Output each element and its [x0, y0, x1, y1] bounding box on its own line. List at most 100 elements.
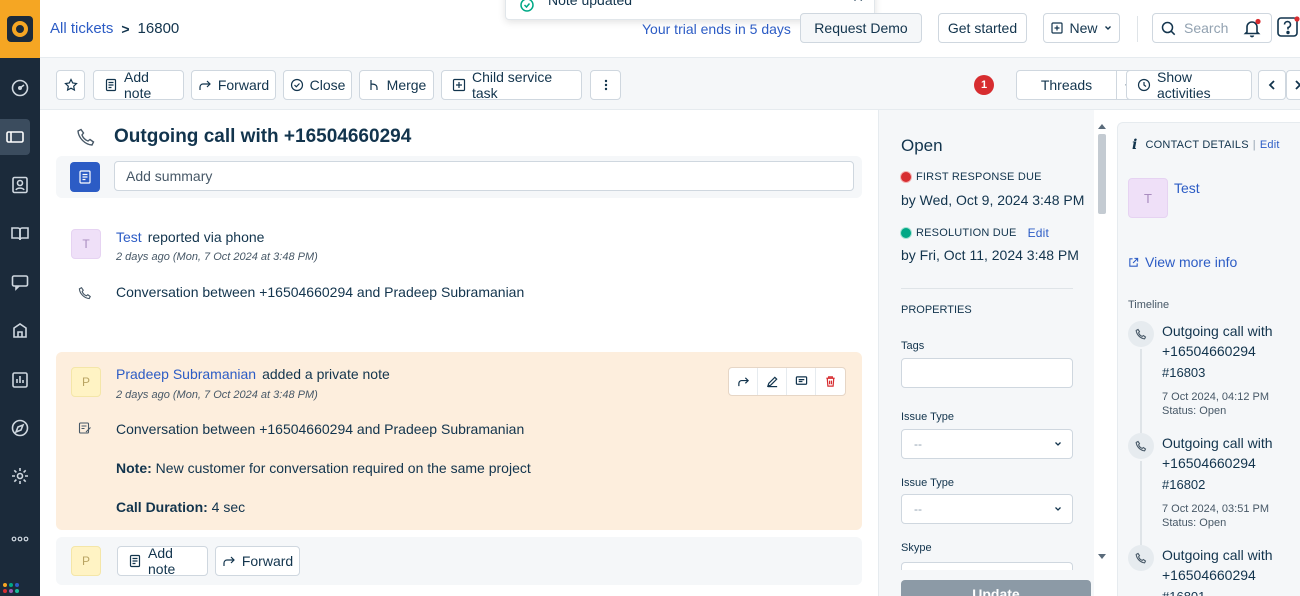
notification-bell-icon[interactable]: [1242, 18, 1262, 38]
child-task-label: Child service task: [472, 69, 553, 101]
delete-note-button[interactable]: [816, 368, 845, 395]
resolution-due-value: by Fri, Oct 11, 2024 3:48 PM: [901, 247, 1079, 263]
ticket-subject: Outgoing call with +16504660294: [114, 126, 412, 147]
app-switcher-icon[interactable]: [3, 583, 19, 593]
search-icon: [1161, 21, 1176, 36]
new-label: New: [1069, 20, 1098, 36]
skype-input[interactable]: [901, 562, 1073, 570]
timeline-connector: [1140, 349, 1142, 433]
requester-link[interactable]: Test: [116, 229, 142, 245]
more-actions-button[interactable]: [590, 70, 621, 100]
app-logo[interactable]: [0, 0, 40, 58]
comment-note-button[interactable]: [787, 368, 816, 395]
info-icon: i: [1132, 137, 1138, 153]
properties-scrollbar[interactable]: [1097, 124, 1107, 564]
tickets-icon[interactable]: [0, 119, 30, 155]
timeline-title: Outgoing call with +16504660294: [1162, 547, 1273, 583]
update-button[interactable]: Update: [901, 580, 1091, 596]
contacts-icon[interactable]: [0, 167, 40, 203]
issue-type-value: --: [914, 502, 922, 516]
close-ticket-button[interactable]: Close: [283, 70, 352, 100]
scroll-down-icon[interactable]: [1098, 554, 1106, 559]
child-service-task-button[interactable]: Child service task: [441, 69, 582, 101]
merge-button[interactable]: Merge: [359, 70, 434, 100]
trial-notice-link[interactable]: Your trial ends in 5 days: [642, 21, 791, 37]
knowledge-base-icon[interactable]: [0, 216, 40, 252]
phone-icon: [76, 127, 96, 147]
chat-icon[interactable]: [0, 264, 40, 300]
plus-box-icon: [452, 78, 466, 92]
more-apps-icon[interactable]: [0, 521, 40, 557]
agent-link[interactable]: Pradeep Subramanian: [116, 366, 256, 382]
note-actions: [728, 367, 846, 396]
reply-add-note-button[interactable]: Add note: [117, 545, 208, 577]
edit-resolution-link[interactable]: Edit: [1028, 226, 1049, 240]
add-note-label: Add note: [124, 69, 152, 101]
avatar: T: [71, 229, 101, 259]
breadcrumb-all-tickets-link[interactable]: All tickets: [50, 20, 113, 37]
contact-name-link[interactable]: Test: [1174, 180, 1200, 196]
breadcrumb-ticket-id: 16800: [137, 20, 180, 37]
note-header: Pradeep Subramanian added a private note: [116, 366, 390, 382]
private-note-card: P Pradeep Subramanian added a private no…: [56, 352, 862, 530]
forward-button[interactable]: Forward: [191, 70, 276, 100]
view-more-info-link[interactable]: View more info: [1128, 254, 1237, 270]
reports-icon[interactable]: [0, 362, 40, 398]
next-ticket-button[interactable]: [1286, 70, 1300, 100]
header-separator: |: [1252, 139, 1256, 151]
message-action: reported via phone: [147, 229, 265, 245]
show-activities-button[interactable]: Show activities: [1126, 69, 1252, 101]
previous-ticket-button[interactable]: [1258, 70, 1286, 100]
chevron-left-icon: [1265, 78, 1279, 92]
edit-contact-link[interactable]: Edit: [1260, 139, 1280, 151]
edit-note-button[interactable]: [758, 368, 787, 395]
conversation-pane: Outgoing call with +16504660294 Add summ…: [40, 110, 878, 596]
first-response-due-value: by Wed, Oct 9, 2024 3:48 PM: [901, 192, 1085, 208]
issue-type-select[interactable]: --: [901, 429, 1073, 459]
get-started-label: Get started: [947, 20, 1018, 36]
view-more-info-label: View more info: [1145, 254, 1238, 270]
tags-input[interactable]: [901, 358, 1073, 388]
check-circle-icon: [290, 78, 304, 92]
chevron-down-icon: [1055, 507, 1061, 511]
scroll-thumb[interactable]: [1098, 134, 1106, 214]
timeline-connector: [1140, 461, 1142, 545]
add-note-button[interactable]: Add note: [93, 69, 184, 101]
timeline-status: Status: Open: [1162, 405, 1227, 417]
scroll-up-icon[interactable]: [1098, 124, 1106, 129]
note-timestamp: 2 days ago (Mon, 7 Oct 2024 at 3:48 PM): [116, 389, 318, 401]
note-body: Conversation between +16504660294 and Pr…: [116, 421, 525, 437]
request-demo-button[interactable]: Request Demo: [800, 13, 922, 43]
issue-type-select[interactable]: --: [901, 494, 1073, 524]
get-started-button[interactable]: Get started: [938, 13, 1027, 43]
assets-icon[interactable]: [0, 313, 40, 349]
issue-type-label: Issue Type: [901, 411, 954, 423]
search-placeholder: Search: [1184, 20, 1229, 36]
message-header: Test reported via phone: [116, 229, 264, 245]
new-dropdown-button[interactable]: New: [1043, 13, 1120, 43]
settings-gear-icon[interactable]: [0, 458, 40, 494]
timeline-ticket-number: #16801: [1162, 589, 1205, 596]
reply-forward-button[interactable]: Forward: [215, 546, 300, 576]
external-link-icon: [1128, 257, 1139, 268]
resolution-label-text: RESOLUTION DUE: [916, 227, 1017, 239]
phone-icon: [1128, 545, 1154, 571]
dashboard-icon[interactable]: [0, 70, 40, 106]
avatar: P: [71, 546, 101, 576]
threads-label: Threads: [1040, 77, 1093, 93]
overdue-dot-icon: [901, 172, 911, 182]
forward-note-button[interactable]: [729, 368, 758, 395]
chevron-down-icon: [1104, 24, 1112, 32]
threads-button[interactable]: Threads: [1016, 70, 1117, 100]
summary-input[interactable]: Add summary: [114, 161, 854, 191]
forward-label: Forward: [217, 77, 270, 93]
divider: [901, 288, 1073, 289]
note-text: New customer for conversation required o…: [155, 460, 531, 476]
forward-arrow-icon: [198, 78, 212, 92]
help-icon[interactable]: [1277, 16, 1300, 40]
breadcrumb: All tickets > 16800: [50, 20, 179, 37]
phone-icon: [1128, 433, 1154, 459]
favorite-star-button[interactable]: [56, 70, 85, 100]
discover-icon[interactable]: [0, 410, 40, 446]
close-icon[interactable]: ✕: [852, 0, 864, 6]
